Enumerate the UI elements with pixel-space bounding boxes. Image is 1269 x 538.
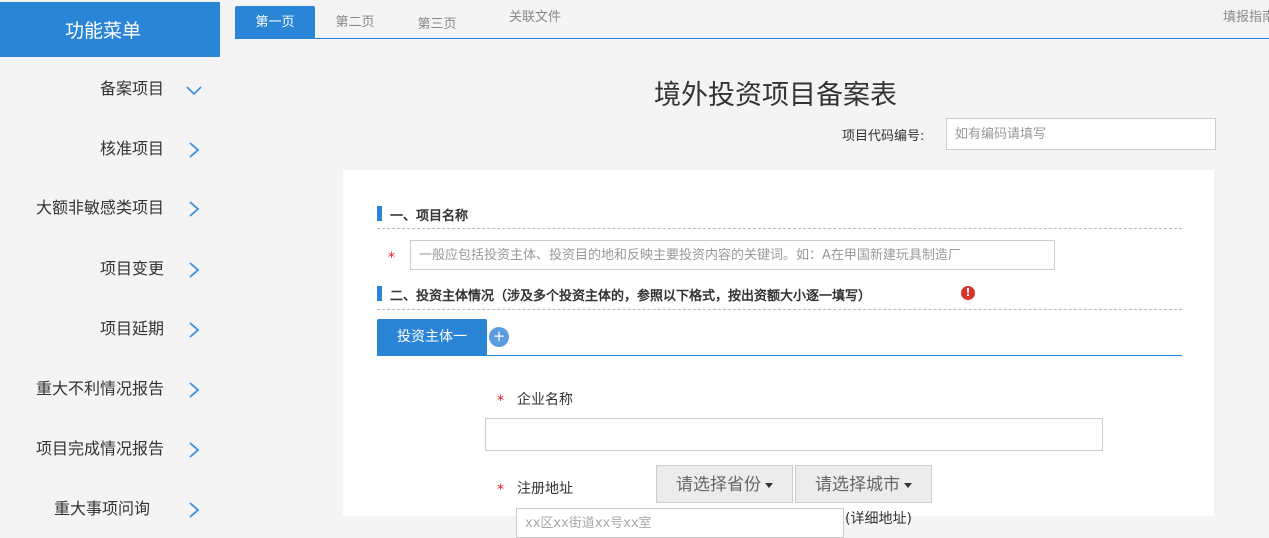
sidebar-item-label: 项目延期 — [99, 319, 164, 338]
registered-address-label: 注册地址 — [517, 481, 573, 497]
guide-link[interactable]: 填报指南 — [1223, 1, 1269, 34]
sidebar-item-adverse-report[interactable]: 重大不利情况报告 — [0, 360, 220, 418]
add-investor-button[interactable]: + — [489, 327, 509, 347]
chevron-right-icon — [184, 380, 204, 400]
section-divider — [377, 309, 1182, 310]
sidebar-item-label: 大额非敏感类项目 — [35, 198, 164, 217]
province-select[interactable]: 请选择省份 — [656, 465, 793, 503]
section-marker — [377, 286, 382, 301]
section-marker — [377, 206, 382, 221]
section-divider — [377, 228, 1182, 229]
required-marker: * — [388, 250, 395, 266]
chevron-right-icon — [184, 199, 204, 219]
sidebar-item-approval[interactable]: 核准项目 — [0, 120, 220, 178]
sidebar: 功能菜单 备案项目 核准项目 大额非敏感类项目 项目变更 项目延期 重大不利情况… — [0, 0, 220, 518]
warning-icon[interactable]: ! — [961, 286, 975, 300]
tab-page-2[interactable]: 第二页 — [325, 6, 385, 39]
subtab-divider — [377, 355, 1182, 356]
detailed-address-hint: (详细地址) — [845, 511, 912, 527]
sidebar-item-inquiry[interactable]: 重大事项问询 — [0, 480, 220, 538]
project-name-input[interactable] — [410, 240, 1055, 270]
caret-down-icon — [904, 482, 912, 488]
city-select[interactable]: 请选择城市 — [795, 465, 932, 503]
sidebar-item-label: 重大不利情况报告 — [35, 379, 164, 398]
tab-related-files[interactable]: 关联文件 — [495, 1, 575, 34]
page-title: 境外投资项目备案表 — [654, 80, 897, 111]
page-tabs: 第一页 第二页 第三页 关联文件 填报指南 — [220, 0, 1269, 40]
sidebar-item-completion-report[interactable]: 项目完成情况报告 — [0, 420, 220, 478]
caret-down-icon — [765, 482, 773, 488]
chevron-right-icon — [184, 440, 204, 460]
sidebar-header: 功能菜单 — [0, 2, 220, 57]
chevron-down-icon — [184, 80, 204, 100]
sidebar-item-label: 重大事项问询 — [53, 499, 150, 518]
sidebar-item-extension[interactable]: 项目延期 — [0, 300, 220, 358]
detailed-address-input[interactable] — [516, 508, 844, 538]
section-project-name-title: 一、项目名称 — [390, 209, 469, 224]
chevron-right-icon — [184, 500, 204, 520]
company-name-input[interactable] — [485, 418, 1103, 451]
sidebar-item-label: 项目完成情况报告 — [35, 439, 164, 458]
tab-investor-1[interactable]: 投资主体一 — [377, 319, 487, 355]
tabs-divider — [235, 38, 1269, 39]
city-select-label: 请选择城市 — [815, 475, 900, 495]
sidebar-item-label: 项目变更 — [99, 259, 164, 278]
chevron-right-icon — [184, 140, 204, 160]
sidebar-item-label: 核准项目 — [99, 139, 164, 158]
sidebar-item-label: 备案项目 — [99, 79, 164, 98]
required-marker: * — [497, 393, 504, 409]
required-marker: * — [497, 482, 504, 498]
sidebar-item-change[interactable]: 项目变更 — [0, 240, 220, 298]
chevron-right-icon — [184, 260, 204, 280]
tab-page-1[interactable]: 第一页 — [235, 6, 315, 39]
project-code-label: 项目代码编号: — [842, 129, 925, 144]
section-investor-title: 二、投资主体情况（涉及多个投资主体的，参照以下格式，按出资额大小逐一填写） — [390, 289, 872, 304]
tab-page-3[interactable]: 第三页 — [407, 8, 467, 41]
company-name-label: 企业名称 — [517, 392, 573, 408]
chevron-right-icon — [184, 320, 204, 340]
project-code-input[interactable] — [946, 118, 1216, 150]
sidebar-item-large-nonsensitive[interactable]: 大额非敏感类项目 — [0, 179, 220, 237]
sidebar-item-filing[interactable]: 备案项目 — [0, 60, 220, 118]
province-select-label: 请选择省份 — [676, 475, 761, 495]
